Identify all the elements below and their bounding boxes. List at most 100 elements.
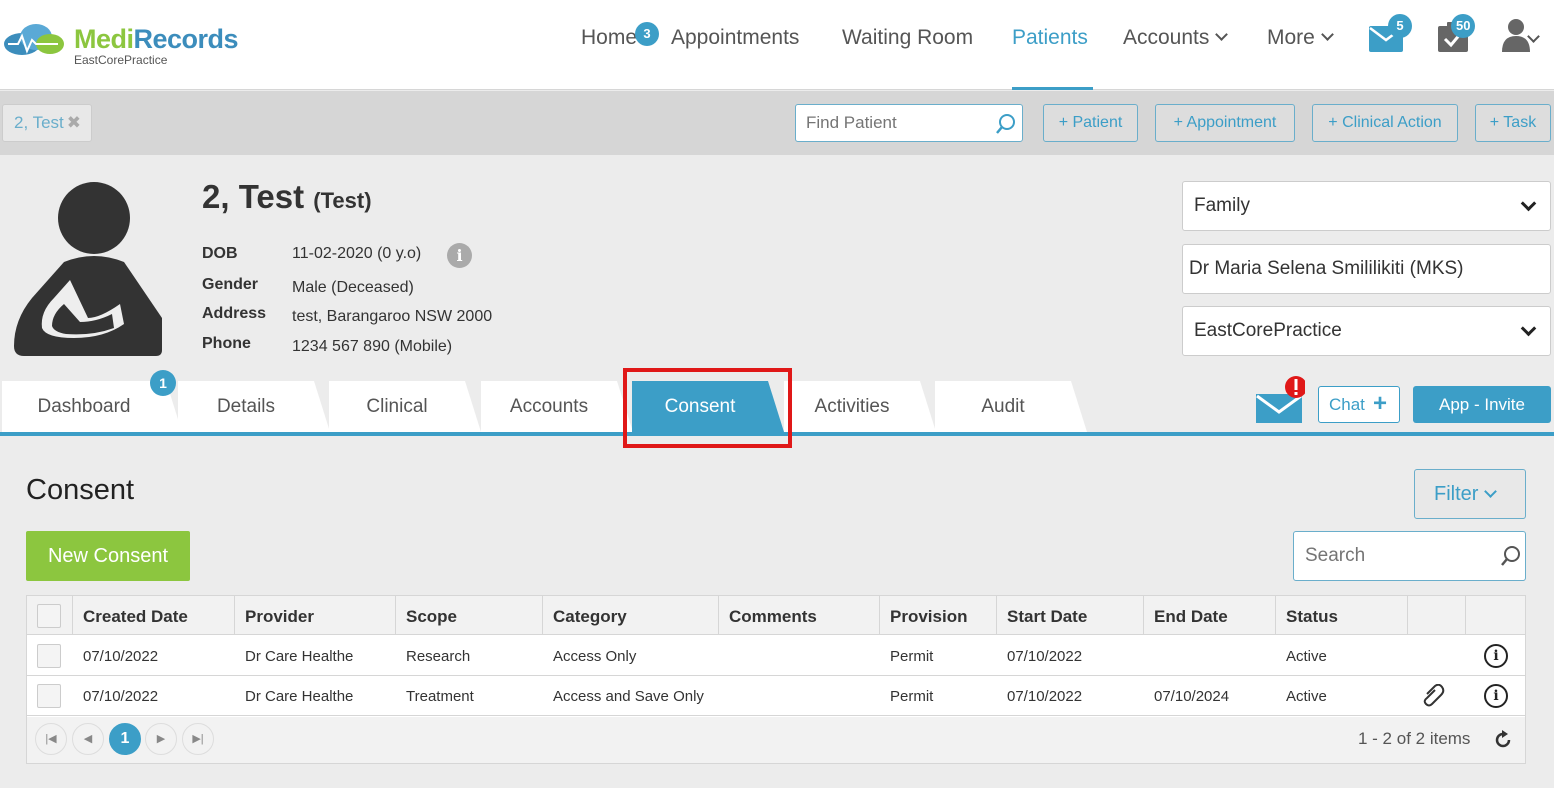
add-task-button[interactable]: + Task <box>1475 104 1551 142</box>
col-end-date[interactable]: End Date <box>1144 596 1276 635</box>
consent-search-input[interactable] <box>1293 531 1526 581</box>
address-label: Address <box>202 305 267 322</box>
tab-activities[interactable]: Activities <box>784 381 936 432</box>
select-all-cell <box>27 596 73 635</box>
col-created-date[interactable]: Created Date <box>73 596 235 635</box>
practice-name: EastCorePractice <box>74 53 168 67</box>
cell-end-date: 07/10/2024 <box>1154 688 1230 705</box>
cell-comments <box>719 676 729 716</box>
table-header: Created Date Provider Scope Category Com… <box>27 596 1525 635</box>
row-checkbox[interactable] <box>37 644 61 668</box>
col-provision[interactable]: Provision <box>880 596 997 635</box>
col-category[interactable]: Category <box>543 596 719 635</box>
user-avatar-icon[interactable] <box>1502 18 1530 52</box>
col-comments[interactable]: Comments <box>719 596 880 635</box>
col-status[interactable]: Status <box>1276 596 1408 635</box>
last-page-icon[interactable]: ▶| <box>182 723 214 755</box>
add-clinical-action-button[interactable]: + Clinical Action <box>1312 104 1458 142</box>
top-navbar: MediRecords EastCorePractice Home 3 Appo… <box>0 0 1554 90</box>
app-invite-button[interactable]: App - Invite <box>1413 386 1551 423</box>
cell-start-date: 07/10/2022 <box>1007 688 1083 705</box>
chat-button[interactable]: Chat + <box>1318 386 1400 423</box>
col-info <box>1466 596 1525 635</box>
search-icon[interactable] <box>995 113 1017 135</box>
tab-accounts[interactable]: Accounts <box>481 381 633 432</box>
add-appointment-button[interactable]: + Appointment <box>1155 104 1295 142</box>
phone-value: 1234 567 890 (Mobile) <box>292 338 453 355</box>
gender-value: Male (Deceased) <box>292 279 414 296</box>
nav-accounts[interactable]: Accounts <box>1123 26 1229 50</box>
filter-button[interactable]: Filter <box>1414 469 1526 519</box>
find-patient-input[interactable] <box>795 104 1023 142</box>
home-badge: 3 <box>635 22 659 46</box>
tab-audit[interactable]: Audit <box>935 381 1087 432</box>
cell-category: Access Only <box>553 648 637 665</box>
refresh-icon[interactable] <box>1493 730 1513 750</box>
chevron-down-icon <box>1320 28 1334 41</box>
next-page-icon[interactable]: ▶ <box>145 723 177 755</box>
provider-field[interactable]: Dr Maria Selena Smililikiti (MKS) <box>1182 244 1551 294</box>
phone-label: Phone <box>202 335 251 352</box>
family-select[interactable]: Family <box>1182 181 1551 231</box>
close-icon[interactable]: ✖ <box>67 113 81 132</box>
chevron-down-icon <box>1484 485 1498 498</box>
open-patient-tab[interactable]: 2, Test ✖ <box>2 104 92 142</box>
nav-more[interactable]: More <box>1267 26 1334 50</box>
first-page-icon[interactable]: |◀ <box>35 723 67 755</box>
tab-details[interactable]: Details <box>178 381 330 432</box>
gender-label: Gender <box>202 276 259 293</box>
cell-created-date: 07/10/2022 <box>83 648 159 665</box>
info-icon[interactable]: i <box>1484 644 1508 668</box>
prev-page-icon[interactable]: ◀ <box>72 723 104 755</box>
search-icon[interactable] <box>1500 545 1522 567</box>
tab-dashboard[interactable]: Dashboard <box>2 381 182 432</box>
plus-icon: + <box>1372 390 1387 417</box>
dashboard-badge: 1 <box>150 370 176 396</box>
new-consent-button[interactable]: New Consent <box>26 531 190 581</box>
chevron-down-icon <box>1520 320 1537 337</box>
practice-select[interactable]: EastCorePractice <box>1182 306 1551 356</box>
cell-end-date <box>1144 636 1154 676</box>
patient-name: 2, Test (Test) <box>202 178 372 215</box>
cell-provision: Permit <box>890 648 934 665</box>
tasks-badge: 50 <box>1451 14 1476 38</box>
paperclip-icon[interactable] <box>1423 684 1445 708</box>
highlight-box <box>623 368 792 448</box>
col-provider[interactable]: Provider <box>235 596 396 635</box>
info-icon[interactable]: i <box>447 243 472 268</box>
logo-wordmark: MediRecords <box>74 24 239 54</box>
table-row[interactable]: 07/10/2022 Dr Care Healthe Treatment Acc… <box>27 676 1525 716</box>
dob-label: DOB <box>202 245 238 262</box>
pager: |◀ ◀ 1 ▶ ▶| 1 - 2 of 2 items <box>27 717 1525 763</box>
row-checkbox[interactable] <box>37 684 61 708</box>
address-value: test, Barangaroo NSW 2000 <box>292 308 493 325</box>
info-icon[interactable]: i <box>1484 684 1508 708</box>
cell-comments <box>719 636 729 676</box>
nav-home[interactable]: Home <box>581 26 637 50</box>
app-logo[interactable]: MediRecords EastCorePractice <box>2 20 262 70</box>
nav-waiting-room[interactable]: Waiting Room <box>842 26 973 50</box>
cell-status: Active <box>1286 688 1327 705</box>
tab-clinical[interactable]: Clinical <box>329 381 481 432</box>
cell-created-date: 07/10/2022 <box>83 688 159 705</box>
col-scope[interactable]: Scope <box>396 596 543 635</box>
cell-provision: Permit <box>890 688 934 705</box>
nav-patients[interactable]: Patients <box>1012 26 1088 50</box>
message-alert-icon[interactable] <box>1255 376 1305 424</box>
dob-value: 11-02-2020 (0 y.o) <box>292 245 422 262</box>
chevron-down-icon <box>1215 28 1229 41</box>
table-row[interactable]: 07/10/2022 Dr Care Healthe Research Acce… <box>27 636 1525 676</box>
current-page[interactable]: 1 <box>109 723 141 755</box>
cell-provider: Dr Care Healthe <box>245 648 354 665</box>
cell-start-date: 07/10/2022 <box>1007 648 1083 665</box>
chevron-down-icon <box>1520 195 1537 212</box>
select-all-checkbox[interactable] <box>37 604 61 628</box>
col-attachment <box>1408 596 1466 635</box>
patient-avatar-icon <box>14 182 162 356</box>
add-patient-button[interactable]: + Patient <box>1043 104 1138 142</box>
cell-status: Active <box>1286 648 1327 665</box>
cell-provider: Dr Care Healthe <box>245 688 354 705</box>
section-title: Consent <box>26 474 135 506</box>
nav-appointments[interactable]: Appointments <box>671 26 799 50</box>
col-start-date[interactable]: Start Date <box>997 596 1144 635</box>
